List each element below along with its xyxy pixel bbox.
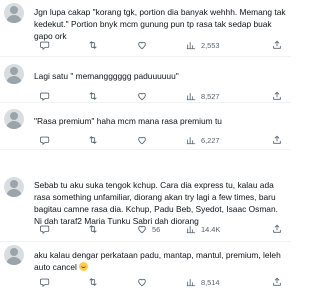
reply-icon xyxy=(40,41,50,50)
share-button[interactable] xyxy=(272,39,282,51)
action-bar: 2,553 xyxy=(40,39,285,51)
retweet-icon xyxy=(89,92,97,100)
reply-button[interactable] xyxy=(40,134,50,146)
views-icon xyxy=(186,42,196,50)
like-icon xyxy=(138,92,146,101)
avatar[interactable] xyxy=(4,245,24,265)
reply-tweet[interactable]: aku kalau dengar perkataan padu, mantap,… xyxy=(0,242,291,300)
retweet-icon xyxy=(89,278,97,286)
share-button[interactable] xyxy=(272,276,282,288)
reply-text-content: aku kalau dengar perkataan padu, mantap,… xyxy=(34,250,284,272)
reply-text: Sebab tu aku suka tengok kchup. Cara dia… xyxy=(34,180,281,226)
views-button[interactable]: 2,553 xyxy=(186,39,220,51)
laughing-emoji-icon xyxy=(78,262,88,271)
reply-text: "Rasa premium" haha mcm mana rasa premiu… xyxy=(34,116,222,126)
reply-text: aku kalau dengar perkataan padu, mantap,… xyxy=(34,249,287,273)
action-bar: 8,527 xyxy=(40,90,285,102)
views-icon xyxy=(186,226,196,234)
views-icon xyxy=(186,93,196,101)
retweet-button[interactable] xyxy=(88,90,98,102)
retweet-button[interactable] xyxy=(88,134,98,146)
views-icon xyxy=(186,279,196,287)
retweet-icon xyxy=(89,225,97,233)
views-button[interactable]: 8,514 xyxy=(186,276,220,288)
views-button[interactable]: 8,527 xyxy=(186,90,220,102)
like-button[interactable]: 56 xyxy=(137,223,160,235)
views-button[interactable]: 6,227 xyxy=(186,134,220,146)
reply-button[interactable] xyxy=(40,276,50,288)
retweet-button[interactable] xyxy=(88,276,98,288)
like-icon xyxy=(138,136,146,145)
retweet-icon xyxy=(89,41,97,49)
views-icon xyxy=(186,137,196,145)
like-icon xyxy=(138,225,146,234)
reply-tweet[interactable]: Lagi satu " memangggggg paduuuuuu" 8,527 xyxy=(0,57,291,103)
reply-text: Jgn lupa cakap "korang tgk, portion dia … xyxy=(34,7,288,41)
views-count: 2,553 xyxy=(201,40,220,50)
views-button[interactable]: 14.4K xyxy=(186,223,220,235)
share-icon xyxy=(273,91,281,100)
share-icon xyxy=(273,224,281,233)
retweet-button[interactable] xyxy=(88,39,98,51)
reply-icon xyxy=(40,225,50,234)
share-button[interactable] xyxy=(272,90,282,102)
avatar[interactable] xyxy=(4,64,24,84)
reply-icon xyxy=(40,136,50,145)
reply-button[interactable] xyxy=(40,223,50,235)
action-bar: 8,514 xyxy=(40,276,285,288)
share-button[interactable] xyxy=(272,223,282,235)
share-button[interactable] xyxy=(272,134,282,146)
reply-button[interactable] xyxy=(40,90,50,102)
like-button[interactable] xyxy=(137,39,152,51)
avatar[interactable] xyxy=(4,3,24,23)
views-count: 14.4K xyxy=(201,224,221,234)
share-icon xyxy=(273,135,281,144)
reply-tweet[interactable]: Sebab tu aku suka tengok kchup. Cara dia… xyxy=(0,150,291,242)
avatar[interactable] xyxy=(4,177,24,197)
like-button[interactable] xyxy=(137,134,152,146)
views-count: 6,227 xyxy=(201,135,220,145)
like-button[interactable] xyxy=(137,276,152,288)
share-icon xyxy=(273,277,281,286)
action-bar: 6,227 xyxy=(40,134,285,146)
action-bar: 56 14.4K xyxy=(40,223,285,235)
avatar[interactable] xyxy=(4,109,24,129)
reply-button[interactable] xyxy=(40,39,50,51)
like-icon xyxy=(138,278,146,287)
retweet-button[interactable] xyxy=(88,223,98,235)
views-count: 8,514 xyxy=(201,277,220,287)
share-icon xyxy=(273,40,281,49)
like-count: 56 xyxy=(152,224,161,234)
reply-tweet[interactable]: Jgn lupa cakap "korang tgk, portion dia … xyxy=(0,0,291,57)
reply-text: Lagi satu " memangggggg paduuuuuu" xyxy=(34,71,179,81)
views-count: 8,527 xyxy=(201,91,220,101)
reply-icon xyxy=(40,278,50,287)
retweet-icon xyxy=(89,136,97,144)
like-icon xyxy=(138,41,146,50)
reply-tweet[interactable]: "Rasa premium" haha mcm mana rasa premiu… xyxy=(0,103,291,150)
like-button[interactable] xyxy=(137,90,152,102)
reply-icon xyxy=(40,92,50,101)
